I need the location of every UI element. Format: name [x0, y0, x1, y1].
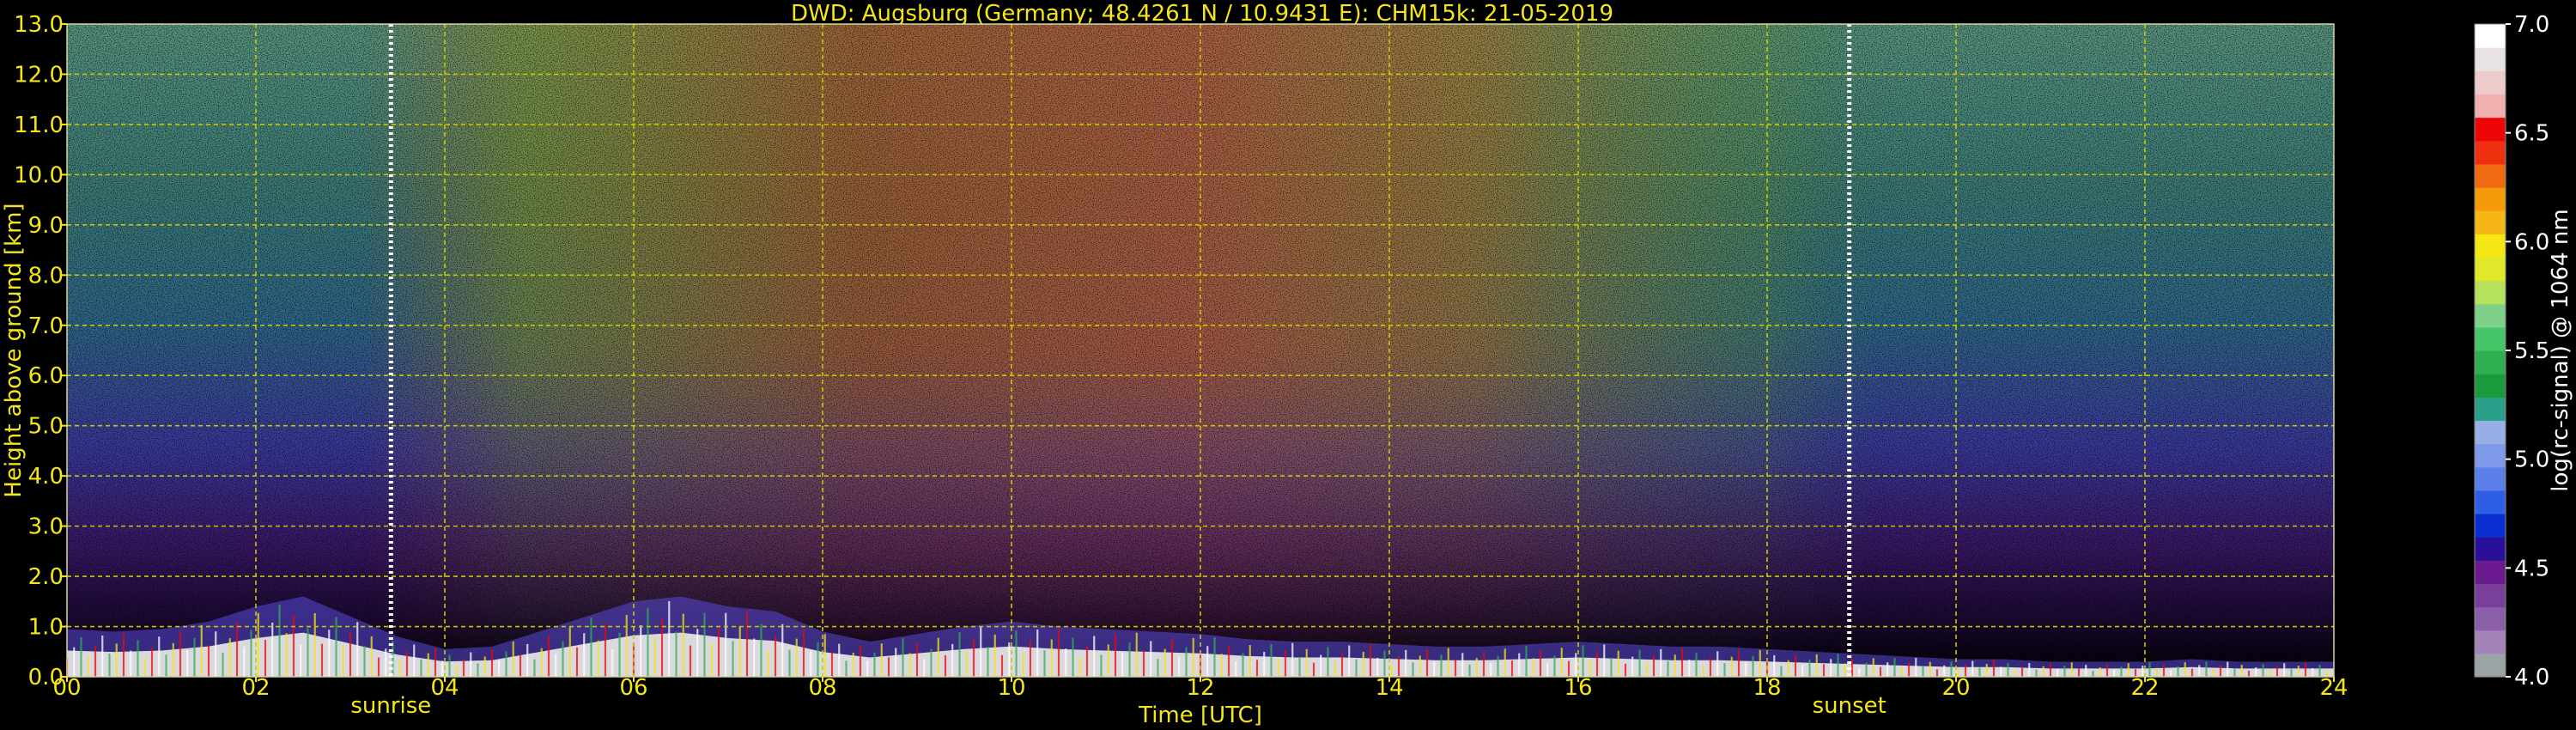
colorbar-segment	[2475, 606, 2506, 631]
colorbar-tick-label: 5.0	[2514, 447, 2549, 473]
colorbar-segment	[2475, 466, 2506, 491]
colorbar-tick-label: 7.0	[2514, 12, 2549, 38]
colorbar-segment	[2475, 187, 2506, 211]
colorbar-segment	[2475, 443, 2506, 468]
lidar-quicklook-figure: DWD: Augsburg (Germany; 48.4261 N / 10.9…	[1, 1, 2573, 728]
colorbar-tick-label: 6.5	[2514, 121, 2549, 147]
y-axis-label: Height above ground [km]	[1, 203, 27, 497]
colorbar-tick-label: 4.5	[2514, 556, 2549, 581]
colorbar-segment	[2475, 303, 2506, 328]
x-tick-label: 10	[997, 675, 1025, 701]
colorbar-segment	[2475, 537, 2506, 561]
y-tick-label: 2.0	[28, 564, 64, 590]
x-tick-label: 16	[1564, 675, 1592, 701]
colorbar-segment	[2475, 117, 2506, 142]
x-tick-label: 12	[1186, 675, 1214, 701]
colorbar-segment	[2475, 140, 2506, 165]
x-tick-label: 08	[808, 675, 836, 701]
colorbar-segment	[2475, 234, 2506, 259]
colorbar-segment	[2475, 24, 2506, 48]
sun-annotation-label: sunset	[1813, 693, 1886, 719]
y-tick-label: 7.0	[28, 313, 64, 339]
colorbar-segment	[2475, 47, 2506, 71]
colorbar-segment	[2475, 560, 2506, 585]
x-tick-label: 06	[619, 675, 647, 701]
sun-annotation-label: sunrise	[350, 693, 431, 719]
x-tick-label: 18	[1753, 675, 1781, 701]
colorbar-segment	[2475, 514, 2506, 538]
x-tick-label: 02	[241, 675, 270, 701]
colorbar-segment	[2475, 210, 2506, 234]
x-tick-label: 22	[2130, 675, 2159, 701]
plot-area	[65, 23, 2335, 678]
colorbar-tick-label: 5.5	[2514, 338, 2549, 364]
x-tick-label: 24	[2319, 675, 2348, 701]
colorbar-segment	[2475, 420, 2506, 445]
y-tick-label: 13.0	[14, 12, 64, 38]
colorbar-segment	[2475, 397, 2506, 422]
colorbar-segment	[2475, 70, 2506, 95]
colorbar-segment	[2475, 94, 2506, 119]
colorbar: 4.0 4.5 5.0 5.5 6.0 6.5 7.0	[2474, 12, 2549, 690]
x-axis-label: Time [UTC]	[1138, 703, 1262, 728]
colorbar-segment	[2475, 374, 2506, 398]
y-tick-label: 12.0	[14, 62, 64, 88]
colorbar-segment	[2475, 490, 2506, 514]
y-tick-label: 11.0	[14, 113, 64, 138]
y-tick-label: 5.0	[28, 414, 64, 440]
colorbar-segment	[2475, 280, 2506, 305]
colorbar-segment	[2475, 350, 2506, 374]
colorbar-tick-label: 6.0	[2514, 229, 2549, 255]
y-tick-label: 6.0	[28, 363, 64, 389]
x-tick-label: 14	[1375, 675, 1403, 701]
y-tick-label: 8.0	[28, 263, 64, 289]
x-tick-label: 20	[1941, 675, 1970, 701]
colorbar-tick-label: 4.0	[2514, 665, 2549, 690]
sun-annotations: sunrise sunset	[350, 693, 1886, 719]
colorbar-segment	[2475, 653, 2506, 678]
colorbar-segment	[2475, 257, 2506, 282]
colorbar-segment	[2475, 326, 2506, 351]
x-tick-label: 04	[430, 675, 459, 701]
y-tick-label: 10.0	[14, 162, 64, 188]
y-tick-label: 3.0	[28, 514, 64, 540]
colorbar-segment	[2475, 583, 2506, 608]
y-tick-label: 4.0	[28, 464, 64, 490]
y-tick-label: 0.0	[28, 665, 64, 690]
colorbar-segment	[2475, 630, 2506, 654]
colorbar-label: log(rc-signal) @ 1064 nm	[2548, 209, 2573, 491]
colorbar-segment	[2475, 163, 2506, 188]
y-tick-label: 1.0	[28, 615, 64, 641]
y-tick-label: 9.0	[28, 213, 64, 239]
chart-title: DWD: Augsburg (Germany; 48.4261 N / 10.9…	[791, 1, 1613, 27]
